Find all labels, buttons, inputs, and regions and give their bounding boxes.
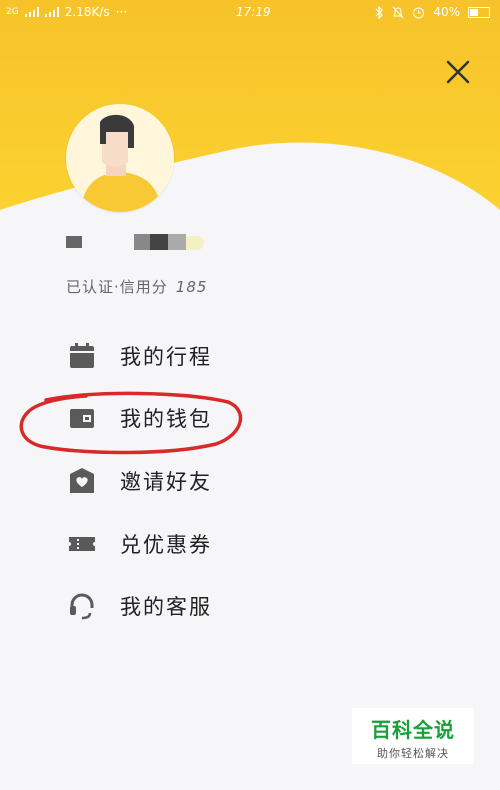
close-button[interactable] bbox=[444, 58, 472, 86]
gift-heart-icon bbox=[70, 468, 94, 493]
menu-item-label: 我的客服 bbox=[120, 595, 212, 619]
ticket-icon bbox=[69, 537, 95, 551]
watermark-logo: 百科全说 助你轻松解决 bbox=[352, 708, 474, 764]
credit-score: 185 bbox=[175, 278, 208, 296]
mute-bell-icon bbox=[392, 6, 404, 18]
menu-item-label: 我的钱包 bbox=[120, 407, 212, 431]
battery-percent: 40% bbox=[433, 5, 460, 19]
network-speed: 2.18K/s bbox=[64, 5, 110, 19]
menu-item-customer-service[interactable]: 我的客服 bbox=[60, 584, 360, 628]
menu-item-label: 兑优惠券 bbox=[120, 533, 212, 557]
battery-icon bbox=[468, 6, 490, 18]
avatar[interactable] bbox=[66, 104, 174, 212]
menu-item-label: 我的行程 bbox=[120, 345, 212, 369]
user-avatar-icon bbox=[66, 104, 174, 212]
username-redacted bbox=[66, 234, 266, 252]
credit-info: 已认证·信用分 185 bbox=[66, 276, 207, 297]
close-icon bbox=[446, 60, 470, 84]
signal-icon bbox=[24, 7, 39, 17]
menu-item-label: 邀请好友 bbox=[120, 470, 212, 494]
menu-item-my-trips[interactable]: 我的行程 bbox=[60, 334, 360, 378]
status-bar: 2G 2.18K/s ··· 17:19 40% bbox=[0, 0, 500, 26]
signal-icon bbox=[44, 7, 59, 17]
watermark-title: 百科全说 bbox=[371, 718, 455, 742]
status-time: 17:19 bbox=[236, 5, 271, 19]
status-dots: ··· bbox=[115, 5, 128, 19]
menu-item-redeem-coupon[interactable]: 兑优惠券 bbox=[60, 522, 360, 566]
bluetooth-icon bbox=[375, 5, 384, 19]
watermark-subtitle: 助你轻松解决 bbox=[377, 747, 449, 760]
menu-item-invite-friends[interactable]: 邀请好友 bbox=[60, 459, 360, 503]
headset-icon bbox=[70, 593, 94, 620]
signal-label: 2G bbox=[6, 7, 19, 17]
wallet-icon bbox=[70, 409, 94, 428]
menu-item-my-wallet[interactable]: 我的钱包 bbox=[60, 396, 360, 440]
certified-label: 已认证·信用分 bbox=[66, 278, 168, 296]
calendar-icon bbox=[70, 343, 94, 368]
alarm-icon bbox=[413, 7, 425, 18]
